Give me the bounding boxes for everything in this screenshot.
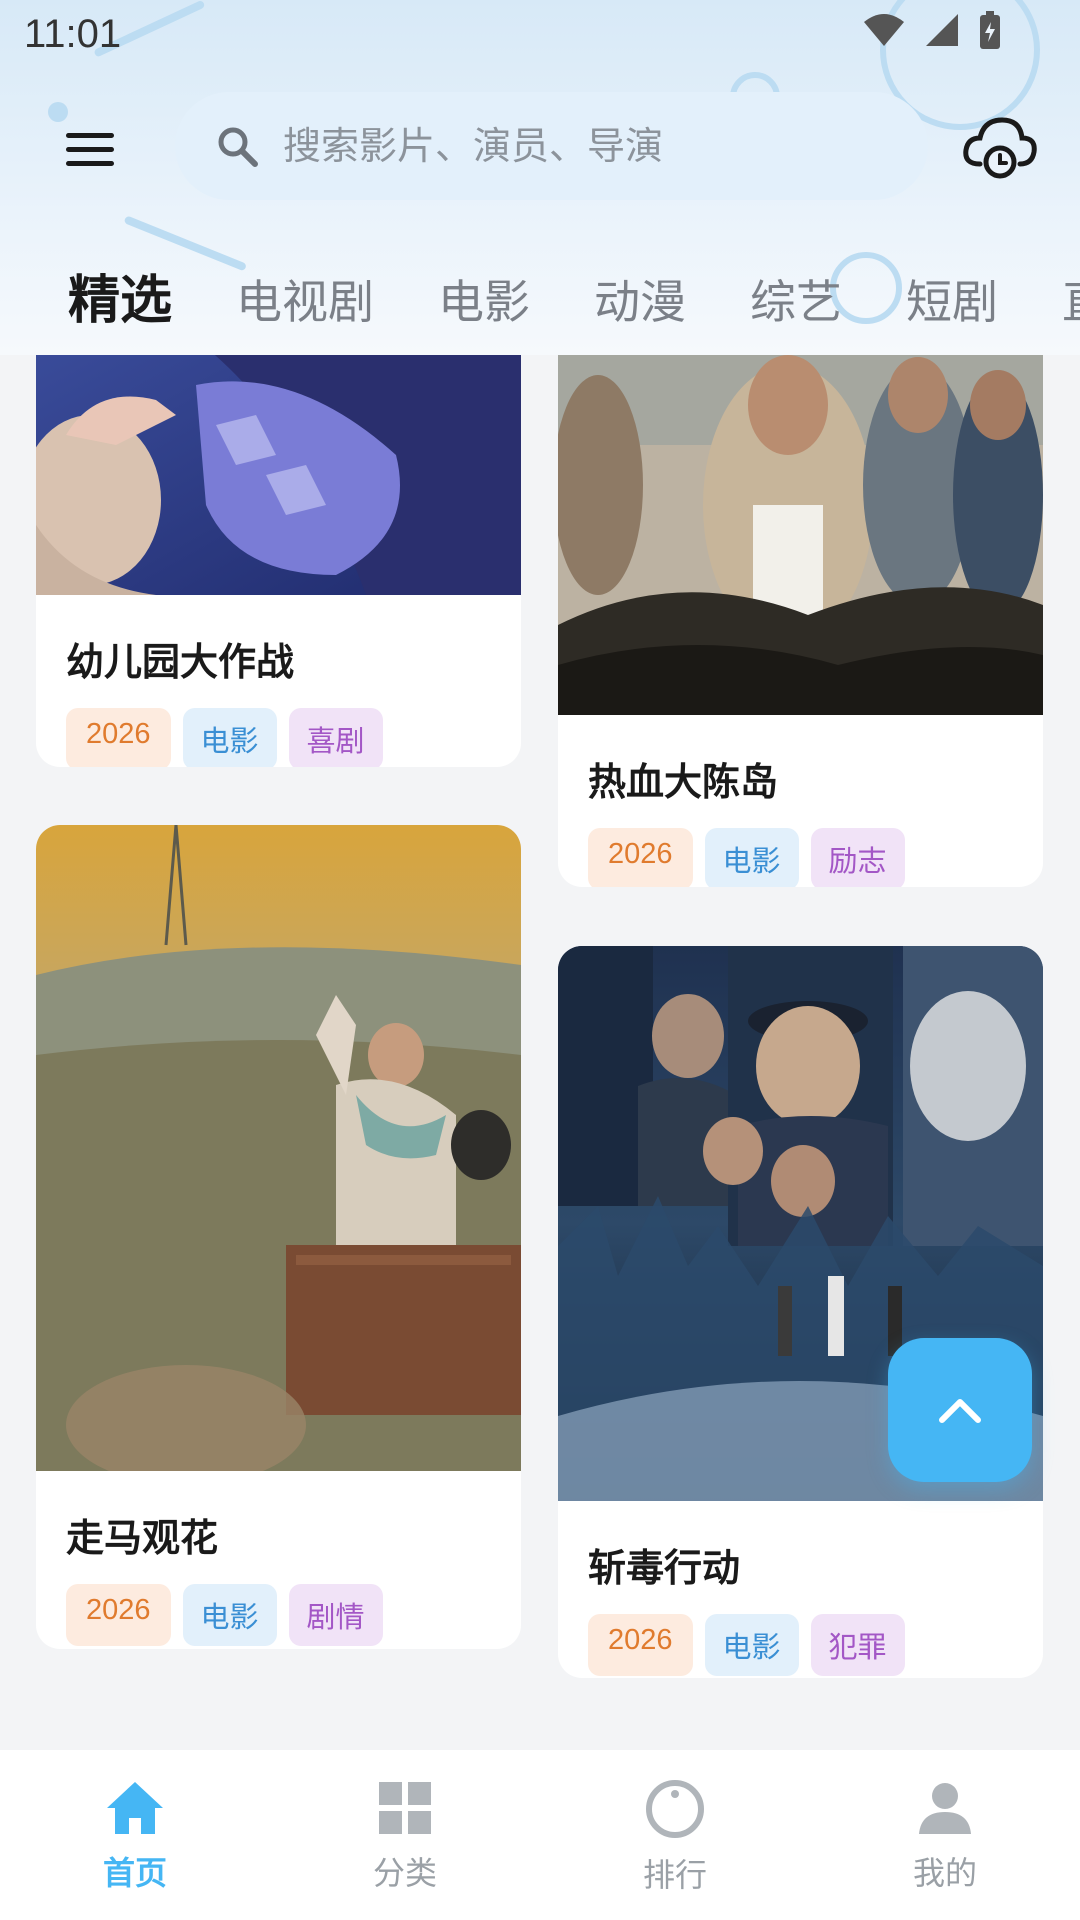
signal-icon <box>926 14 958 46</box>
status-time: 11:01 <box>24 12 122 56</box>
genre-tag: 励志 <box>810 828 905 887</box>
nav-label: 首页 <box>102 1854 167 1892</box>
status-icons <box>862 10 1002 50</box>
year-tag: 2026 <box>588 828 693 887</box>
nav-label: 我的 <box>912 1854 977 1892</box>
type-tag: 电影 <box>182 1584 277 1646</box>
movie-title: 斩毒行动 <box>588 1546 741 1590</box>
cloud-clock-icon <box>963 117 1037 179</box>
movie-tags: 2026 电影 剧情 <box>66 1584 521 1646</box>
genre-tag: 剧情 <box>288 1584 383 1646</box>
search-icon <box>218 127 258 167</box>
home-icon <box>107 1782 163 1834</box>
nav-ranking[interactable]: 排行 <box>540 1750 810 1920</box>
nav-category[interactable]: 分类 <box>270 1750 540 1920</box>
search-input[interactable] <box>283 124 843 168</box>
tab-featured[interactable]: 精选 <box>68 258 172 333</box>
tab-anime[interactable]: 动漫 <box>594 266 686 332</box>
type-tag: 电影 <box>704 828 799 887</box>
nav-label: 分类 <box>372 1854 437 1892</box>
genre-tag: 喜剧 <box>288 708 383 767</box>
hamburger-icon <box>66 133 114 166</box>
year-tag: 2026 <box>588 1614 693 1676</box>
movie-poster <box>36 355 521 595</box>
movie-tags: 2026 电影 励志 <box>588 828 1043 887</box>
tab-tv-series[interactable]: 电视剧 <box>236 266 374 332</box>
movie-card[interactable]: 幼儿园大作战 2026 电影 喜剧 <box>36 355 521 767</box>
menu-button[interactable] <box>60 120 120 180</box>
movie-tags: 2026 电影 犯罪 <box>588 1614 1043 1676</box>
type-tag: 电影 <box>704 1614 799 1676</box>
nav-profile[interactable]: 我的 <box>810 1750 1080 1920</box>
movie-card[interactable]: 热血大陈岛 2026 电影 励志 <box>558 355 1043 887</box>
nav-label: 排行 <box>642 1856 707 1894</box>
movie-title: 热血大陈岛 <box>588 760 779 804</box>
genre-tag: 犯罪 <box>810 1614 905 1676</box>
tab-movies[interactable]: 电影 <box>438 266 530 332</box>
movie-title: 幼儿园大作战 <box>66 640 295 684</box>
tab-live[interactable]: 直播 <box>1062 266 1080 332</box>
header: 11:01 搜索影片、演员、导演 精选 电视剧 电影 动漫 综艺 短剧 <box>0 0 1080 355</box>
battery-icon <box>980 11 1000 49</box>
profile-icon <box>919 1783 971 1834</box>
chevron-up-icon <box>939 1399 981 1423</box>
year-tag: 2026 <box>66 1584 171 1646</box>
nav-home[interactable]: 首页 <box>0 1750 270 1920</box>
wifi-icon <box>864 14 904 46</box>
scroll-to-top-button[interactable] <box>888 1338 1032 1482</box>
cloud-sync-button[interactable] <box>960 112 1040 182</box>
bottom-navigation: 首页 分类 排行 我的 <box>0 1750 1080 1920</box>
movie-poster <box>558 355 1043 715</box>
movie-card[interactable]: 走马观花 2026 电影 剧情 <box>36 825 521 1649</box>
movie-poster <box>36 825 521 1471</box>
tab-variety[interactable]: 综艺 <box>750 266 842 332</box>
movie-tags: 2026 电影 喜剧 <box>66 708 521 767</box>
app-root: 11:01 搜索影片、演员、导演 精选 电视剧 电影 动漫 综艺 短剧 幼儿园大… <box>0 0 1080 1920</box>
movie-title: 走马观花 <box>66 1516 219 1560</box>
tab-short-drama[interactable]: 短剧 <box>906 266 998 332</box>
decoration <box>48 102 68 122</box>
ranking-icon <box>646 1780 704 1838</box>
type-tag: 电影 <box>182 708 277 767</box>
grid-icon <box>379 1782 431 1834</box>
movie-card[interactable]: 斩毒行动 2026 电影 犯罪 <box>558 946 1043 1678</box>
year-tag: 2026 <box>66 708 171 767</box>
content-feed[interactable]: 幼儿园大作战 2026 电影 喜剧 热血大陈岛 2026 电影 励志 走马观花 … <box>0 355 1080 1750</box>
category-tabs: 精选 电视剧 电影 动漫 综艺 短剧 直播 <box>68 258 1080 331</box>
search-bar[interactable] <box>175 92 928 200</box>
